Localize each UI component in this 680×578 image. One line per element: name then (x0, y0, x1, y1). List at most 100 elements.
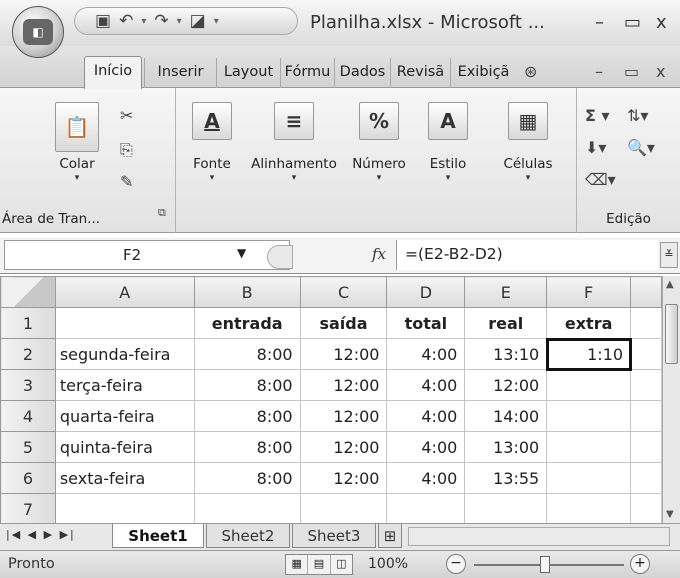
column-header-g[interactable] (630, 276, 662, 308)
cells-button[interactable]: ▦ Células ▾ (486, 102, 570, 183)
cell-d4[interactable]: 4:00 (386, 400, 466, 432)
customize-toolbar-icon[interactable]: ▾ (214, 16, 219, 27)
undo-dropdown-icon[interactable]: ▾ (141, 16, 146, 27)
cell-d3[interactable]: 4:00 (386, 369, 466, 401)
cell-b1[interactable]: entrada (193, 307, 301, 339)
cell-g5[interactable] (630, 431, 662, 463)
column-header-e[interactable]: E (464, 276, 548, 308)
cell-g3[interactable] (630, 369, 662, 401)
print-preview-icon[interactable]: ◪ (190, 11, 206, 31)
insert-sheet-icon[interactable]: ⊞ (378, 524, 402, 548)
cell-f5[interactable] (546, 431, 632, 463)
cell-e6[interactable]: 13:55 (464, 462, 548, 494)
tab-inserir[interactable]: Inserir (144, 58, 216, 88)
cell-d2[interactable]: 4:00 (386, 338, 466, 370)
copy-icon[interactable]: ⎘ (120, 140, 133, 160)
number-button[interactable]: % Número ▾ (344, 102, 414, 183)
name-box-dropdown-icon[interactable]: ▼ (237, 246, 246, 260)
cell-c6[interactable]: 12:00 (299, 462, 388, 494)
cell-a5[interactable]: quinta-feira (54, 431, 195, 463)
row-header-2[interactable]: 2 (0, 338, 56, 370)
cell-a1[interactable] (54, 307, 195, 339)
zoom-in-icon[interactable]: + (630, 554, 650, 574)
redo-dropdown-icon[interactable]: ▾ (177, 16, 182, 27)
cell-g4[interactable] (630, 400, 662, 432)
cell-c4[interactable]: 12:00 (299, 400, 388, 432)
cell-g1[interactable] (630, 307, 662, 339)
cell-b5[interactable]: 8:00 (193, 431, 301, 463)
cell-f3[interactable] (546, 369, 632, 401)
redo-icon[interactable]: ↷ (154, 11, 168, 31)
cell-d6[interactable]: 4:00 (386, 462, 466, 494)
tab-formulas[interactable]: Fórmu (280, 58, 334, 88)
cell-e1[interactable]: real (464, 307, 548, 339)
office-button[interactable]: ◧ (12, 6, 64, 58)
row-header-5[interactable]: 5 (0, 431, 56, 463)
cell-b4[interactable]: 8:00 (193, 400, 301, 432)
close-button[interactable]: x (656, 12, 667, 33)
cell-a2[interactable]: segunda-feira (54, 338, 195, 370)
styles-button[interactable]: A Estilo ▾ (416, 102, 480, 183)
formula-input[interactable]: =(E2-B2-D2) (396, 240, 658, 270)
row-header-6[interactable]: 6 (0, 462, 56, 494)
cell-g7[interactable] (630, 493, 662, 523)
page-layout-view-icon[interactable]: ▤ (308, 555, 331, 574)
select-all-corner[interactable] (0, 276, 56, 308)
cell-a3[interactable]: terça-feira (54, 369, 195, 401)
cell-b7[interactable] (193, 493, 301, 523)
sheet-tab-sheet2[interactable]: Sheet2 (206, 524, 290, 548)
tab-inicio[interactable]: Início (84, 56, 142, 89)
format-painter-icon[interactable]: ✎ (120, 172, 133, 191)
clear-icon[interactable]: ⌫▾ (585, 170, 616, 189)
cell-f7[interactable] (546, 493, 632, 523)
column-header-c[interactable]: C (299, 276, 388, 308)
cell-d1[interactable]: total (386, 307, 466, 339)
sort-filter-icon[interactable]: ⇅▾ (627, 106, 648, 125)
fill-icon[interactable]: ⬇▾ (585, 138, 606, 157)
column-header-d[interactable]: D (386, 276, 466, 308)
column-header-f[interactable]: F (546, 276, 632, 308)
cell-d7[interactable] (386, 493, 466, 523)
scroll-up-icon[interactable]: ▲ (666, 279, 674, 290)
zoom-slider-thumb[interactable] (540, 556, 550, 573)
cell-f6[interactable] (546, 462, 632, 494)
cut-icon[interactable]: ✂ (120, 106, 133, 125)
page-break-view-icon[interactable]: ◫ (331, 555, 352, 574)
cell-f2[interactable]: 1:10 (545, 337, 632, 371)
dialog-launcher-icon[interactable]: ⧉ (158, 206, 166, 220)
cell-e7[interactable] (464, 493, 548, 523)
paste-button[interactable]: 📋 Colar ▾ (52, 102, 102, 183)
cell-c2[interactable]: 12:00 (299, 338, 388, 370)
zoom-out-icon[interactable]: − (446, 554, 466, 574)
cell-g6[interactable] (630, 462, 662, 494)
cell-f1[interactable]: extra (546, 307, 632, 339)
cell-f4[interactable] (546, 400, 632, 432)
tab-exibicao[interactable]: Exibiçã (450, 58, 516, 88)
undo-icon[interactable]: ↶ (119, 11, 133, 31)
column-header-a[interactable]: A (54, 276, 195, 308)
expand-formula-bar-icon[interactable]: ≚ (660, 242, 678, 268)
zoom-level[interactable]: 100% (368, 556, 408, 572)
find-select-icon[interactable]: 🔍▾ (627, 138, 655, 157)
cell-e5[interactable]: 13:00 (464, 431, 548, 463)
font-button[interactable]: A Fonte ▾ (184, 102, 240, 183)
save-icon[interactable]: ▣ (95, 11, 111, 31)
cell-g2[interactable] (630, 338, 662, 370)
tab-layout[interactable]: Layout (216, 58, 280, 88)
cell-e2[interactable]: 13:10 (464, 338, 548, 370)
cell-c3[interactable]: 12:00 (299, 369, 388, 401)
maximize-button[interactable]: ▭ (624, 12, 641, 33)
name-box[interactable]: F2 ▼ (4, 240, 293, 270)
cell-e3[interactable]: 12:00 (464, 369, 548, 401)
cell-e4[interactable]: 14:00 (464, 400, 548, 432)
minimize-button[interactable]: – (595, 12, 604, 33)
cell-a7[interactable] (54, 493, 195, 523)
cell-b3[interactable]: 8:00 (193, 369, 301, 401)
autosum-icon[interactable]: Σ ▾ (585, 106, 610, 125)
formula-bar-resize-handle[interactable] (267, 245, 293, 269)
cell-b6[interactable]: 8:00 (193, 462, 301, 494)
cell-c1[interactable]: saída (299, 307, 388, 339)
row-header-1[interactable]: 1 (0, 307, 56, 339)
cell-a6[interactable]: sexta-feira (54, 462, 195, 494)
row-header-3[interactable]: 3 (0, 369, 56, 401)
